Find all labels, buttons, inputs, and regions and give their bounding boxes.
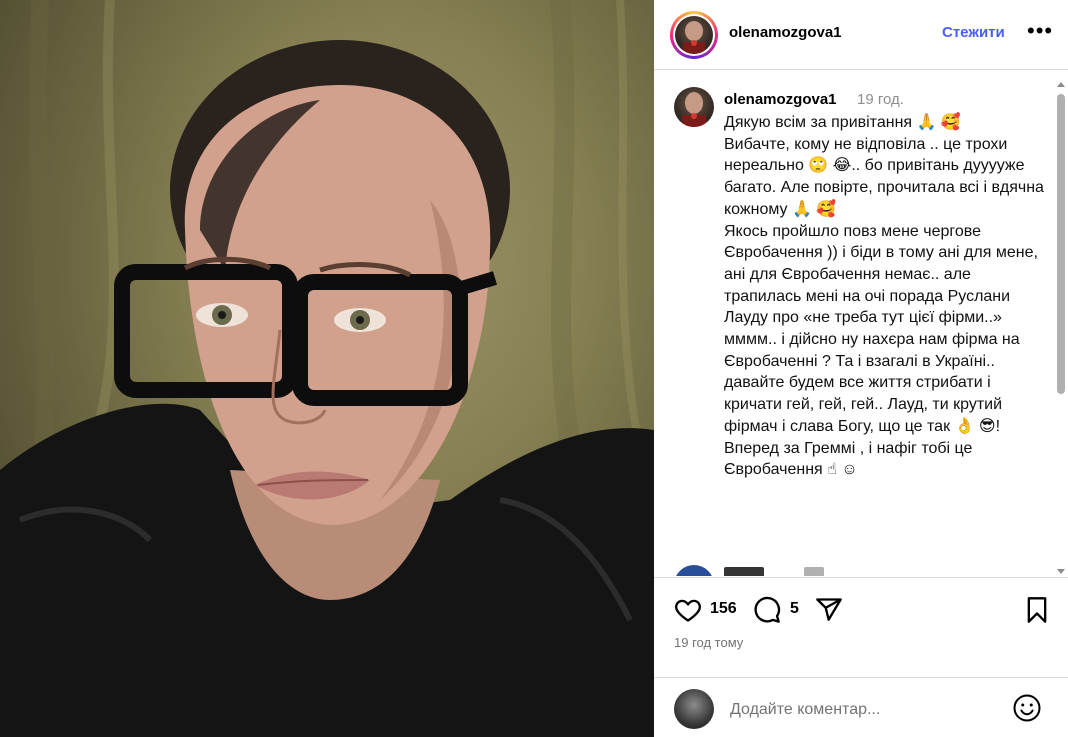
portrait-illustration bbox=[0, 0, 654, 737]
scroll-down-arrow-icon[interactable] bbox=[1057, 569, 1065, 574]
comment-avatar[interactable] bbox=[674, 565, 714, 576]
post-header: olenamozgova1 Стежити ••• bbox=[654, 0, 1068, 70]
comments-count[interactable]: 5 bbox=[790, 600, 799, 618]
caption-username[interactable]: olenamozgova1 bbox=[724, 91, 837, 108]
post-author-username[interactable]: olenamozgova1 bbox=[729, 24, 842, 41]
avatar-image bbox=[683, 21, 705, 54]
avatar bbox=[675, 16, 713, 54]
caption-timestamp[interactable]: 19 год. bbox=[857, 91, 904, 108]
post-side-panel: olenamozgova1 Стежити ••• olenamozgova1 … bbox=[654, 0, 1068, 737]
add-comment-bar bbox=[654, 677, 1068, 737]
avatar-image bbox=[682, 92, 706, 127]
post-photo[interactable] bbox=[0, 0, 654, 737]
caption-avatar[interactable] bbox=[674, 87, 714, 127]
post-timestamp[interactable]: 19 год тому bbox=[674, 635, 743, 650]
post-actions: 156 5 19 год тому bbox=[654, 577, 1068, 677]
caption-text: Дякую всім за привітання 🙏 🥰 Вибачте, ко… bbox=[724, 114, 1044, 479]
story-avatar[interactable] bbox=[670, 11, 718, 59]
heart-icon[interactable] bbox=[674, 596, 702, 629]
comment-bubble-icon[interactable] bbox=[753, 596, 781, 629]
smiley-icon[interactable] bbox=[1012, 693, 1042, 728]
comment-username[interactable] bbox=[724, 567, 764, 576]
follow-button[interactable]: Стежити bbox=[942, 24, 1005, 41]
comments-list[interactable]: olenamozgova1 19 год. Дякую всім за прив… bbox=[654, 71, 1058, 576]
comment-input[interactable] bbox=[730, 698, 1000, 722]
ellipsis-icon[interactable]: ••• bbox=[1027, 18, 1053, 44]
scrollbar-thumb[interactable] bbox=[1057, 94, 1065, 394]
likes-count[interactable]: 156 bbox=[710, 600, 737, 618]
comment-timestamp bbox=[804, 567, 824, 576]
current-user-avatar bbox=[674, 689, 714, 729]
scroll-up-arrow-icon[interactable] bbox=[1057, 82, 1065, 87]
comments-scrollbar[interactable] bbox=[1056, 82, 1066, 574]
bookmark-icon[interactable] bbox=[1025, 596, 1049, 629]
paper-plane-icon[interactable] bbox=[815, 596, 843, 629]
